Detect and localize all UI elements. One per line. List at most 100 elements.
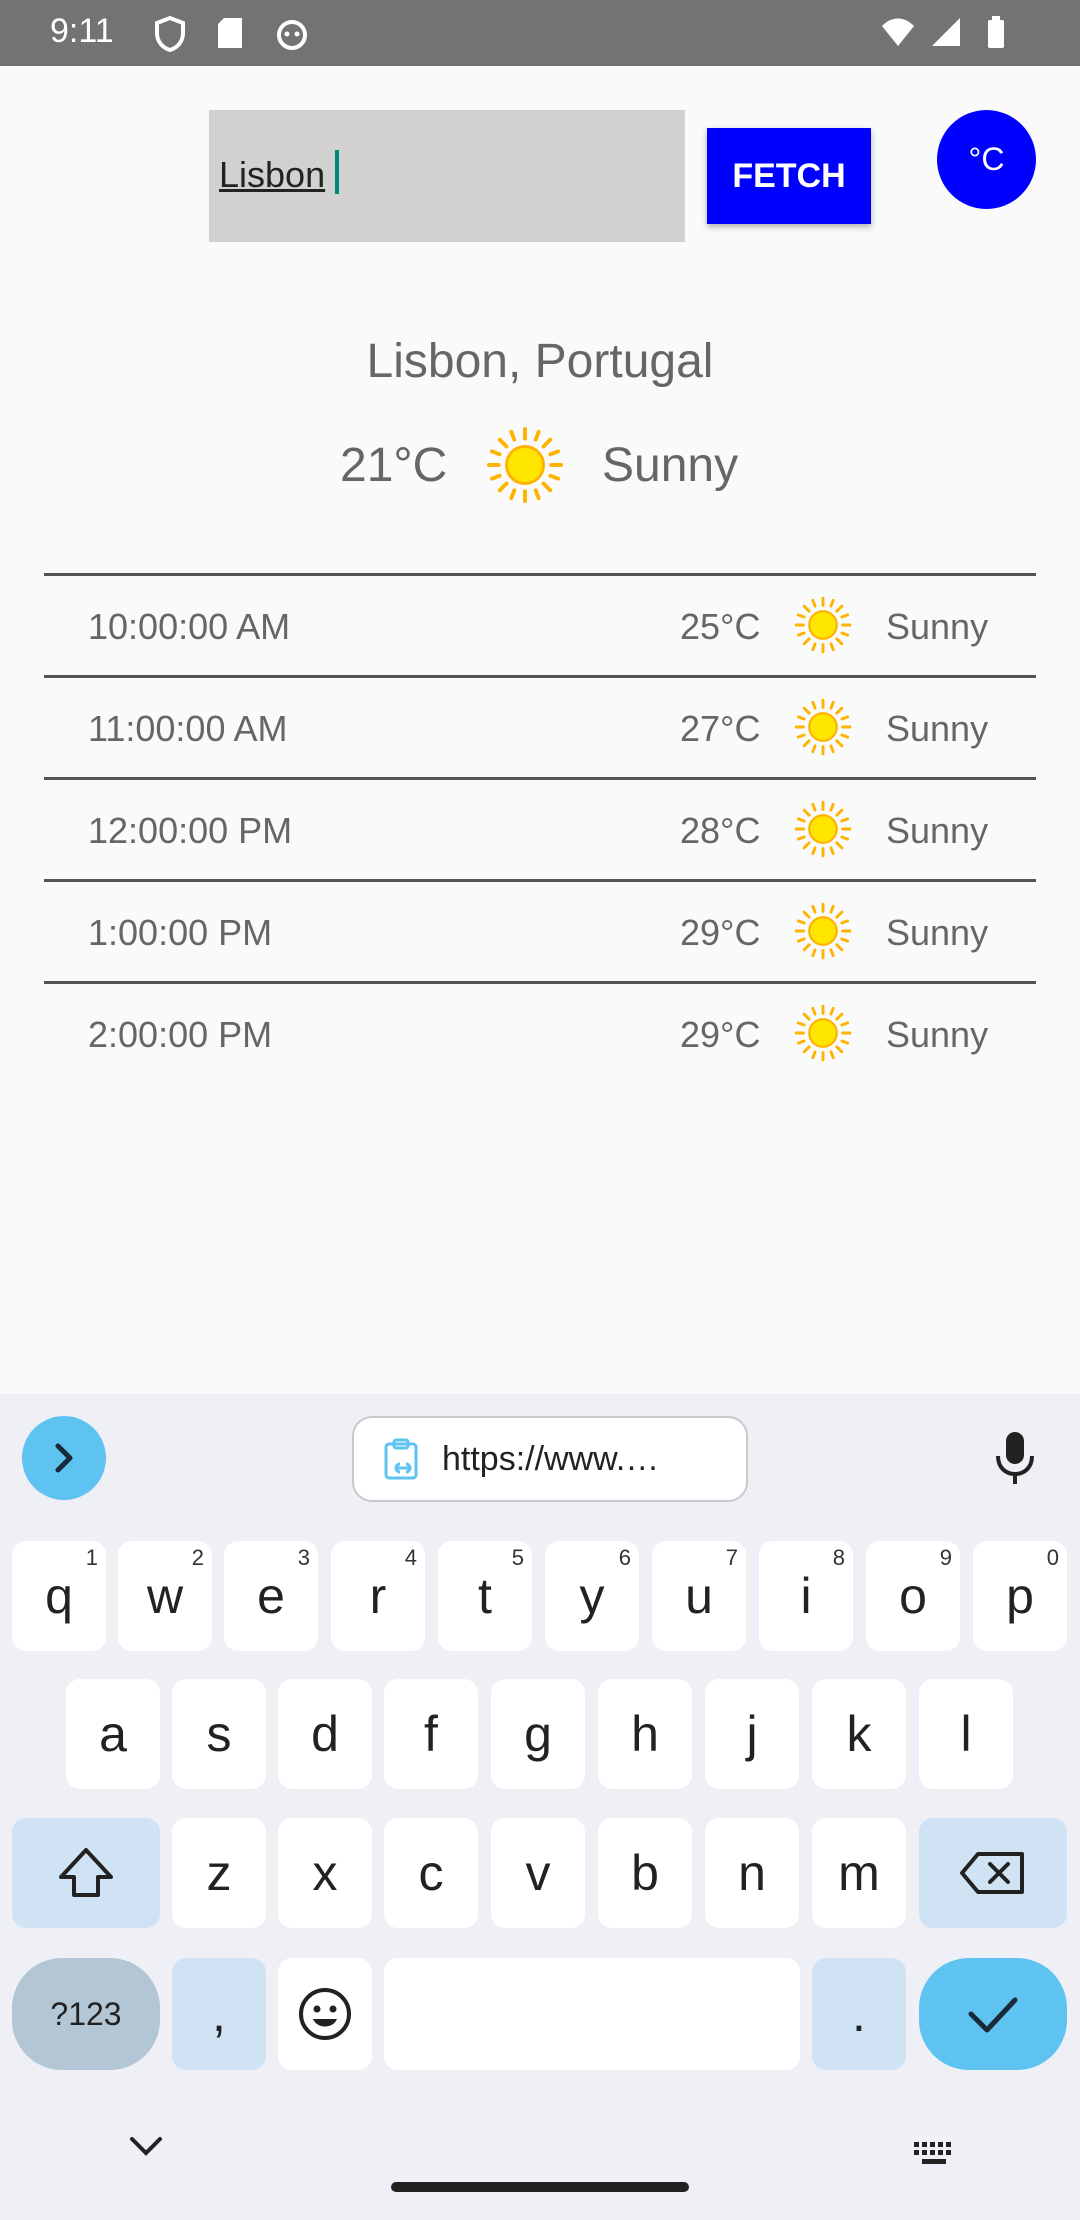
text-cursor <box>335 150 339 194</box>
key-hint: 0 <box>1046 1545 1059 1570</box>
key-hint: 4 <box>404 1545 417 1570</box>
symbols-key[interactable]: ?123 <box>12 1958 160 2070</box>
key-hint: 2 <box>191 1545 204 1570</box>
forecast-temp: 29°C <box>680 912 761 953</box>
sun-icon <box>794 1004 852 1062</box>
forecast-condition: Sunny <box>886 606 989 647</box>
clipboard-text: https://www.… <box>442 1440 660 1478</box>
sun-icon <box>794 698 852 756</box>
forecast-temp: 27°C <box>680 708 761 749</box>
key-label: w <box>146 1568 184 1624</box>
key-h[interactable]: h <box>598 1679 692 1789</box>
key-t[interactable]: t5 <box>438 1541 532 1651</box>
soft-keyboard: https://www.… <box>0 1394 1080 2220</box>
forecast-row: 12:00:00 PM 28°C Sunny <box>44 777 1036 879</box>
status-bar: 9:11 <box>0 0 1080 66</box>
key-k[interactable]: k <box>812 1679 906 1789</box>
fetch-button[interactable]: FETCH <box>707 128 871 224</box>
key-label: q <box>45 1568 73 1624</box>
emoji-icon <box>299 1988 351 2040</box>
forecast-temp: 25°C <box>680 606 761 647</box>
home-gesture-handle[interactable] <box>391 2182 689 2192</box>
forecast-time: 10:00:00 AM <box>88 606 291 647</box>
wifi-icon <box>882 18 914 46</box>
sun-icon <box>794 596 852 654</box>
key-label: o <box>899 1568 927 1624</box>
forecast-temp: 29°C <box>680 1014 761 1055</box>
key-hint: 6 <box>618 1545 631 1570</box>
key-label: p <box>1006 1568 1034 1624</box>
enter-key[interactable] <box>919 1958 1067 2070</box>
key-label: i <box>800 1568 812 1624</box>
key-hint: 8 <box>832 1545 845 1570</box>
key-o[interactable]: o9 <box>866 1541 960 1651</box>
city-search-input[interactable]: Lisbon <box>209 110 685 242</box>
key-f[interactable]: f <box>384 1679 478 1789</box>
forecast-time: 12:00:00 PM <box>88 810 293 851</box>
key-label: r <box>369 1568 387 1624</box>
key-m[interactable]: m <box>812 1818 906 1928</box>
forecast-condition: Sunny <box>886 810 989 851</box>
emoji-key[interactable] <box>278 1958 372 2070</box>
sun-icon <box>794 902 852 960</box>
key-hint: 7 <box>725 1545 738 1570</box>
forecast-condition: Sunny <box>886 708 989 749</box>
current-temperature: 21°C <box>340 439 448 492</box>
key-j[interactable]: j <box>705 1679 799 1789</box>
key-v[interactable]: v <box>491 1818 585 1928</box>
sun-icon <box>794 800 852 858</box>
key-a[interactable]: a <box>66 1679 160 1789</box>
key-u[interactable]: u7 <box>652 1541 746 1651</box>
key-label: e <box>257 1568 285 1624</box>
forecast-condition: Sunny <box>886 912 989 953</box>
chevron-right-icon <box>55 1443 73 1473</box>
forecast-row: 10:00:00 AM 25°C Sunny <box>44 573 1036 675</box>
shift-arrow-icon <box>59 1848 113 1897</box>
forecast-temp: 28°C <box>680 810 761 851</box>
key-w[interactable]: w2 <box>118 1541 212 1651</box>
forecast-row: 2:00:00 PM 29°C Sunny <box>44 981 1036 1083</box>
key-y[interactable]: y6 <box>545 1541 639 1651</box>
key-z[interactable]: z <box>172 1818 266 1928</box>
shield-icon <box>155 16 185 52</box>
keyboard-toolbar-toggle[interactable] <box>22 1416 106 1500</box>
space-key[interactable] <box>384 1958 800 2070</box>
cat-face-icon <box>277 20 307 50</box>
keyboard-switch-icon[interactable] <box>912 2140 958 2168</box>
key-hint: 3 <box>297 1545 310 1570</box>
key-g[interactable]: g <box>491 1679 585 1789</box>
key-x[interactable]: x <box>278 1818 372 1928</box>
current-condition: Sunny <box>602 439 739 492</box>
microphone-icon[interactable] <box>990 1430 1040 1486</box>
forecast-row: 11:00:00 AM 27°C Sunny <box>44 675 1036 777</box>
shift-key[interactable] <box>12 1818 160 1928</box>
key-l[interactable]: l <box>919 1679 1013 1789</box>
period-key[interactable]: . <box>812 1958 906 2070</box>
backspace-icon <box>960 1852 1024 1894</box>
key-c[interactable]: c <box>384 1818 478 1928</box>
key-s[interactable]: s <box>172 1679 266 1789</box>
key-hint: 5 <box>511 1545 524 1570</box>
forecast-condition: Sunny <box>886 1014 989 1055</box>
key-i[interactable]: i8 <box>759 1541 853 1651</box>
clipboard-suggestion[interactable]: https://www.… <box>352 1416 748 1502</box>
key-label: t <box>478 1568 492 1624</box>
comma-key[interactable]: , <box>172 1958 266 2070</box>
forecast-time: 1:00:00 PM <box>88 912 273 953</box>
key-r[interactable]: r4 <box>331 1541 425 1651</box>
backspace-key[interactable] <box>919 1818 1067 1928</box>
key-p[interactable]: p0 <box>973 1541 1067 1651</box>
unit-toggle-button[interactable]: °C <box>937 110 1036 209</box>
checkmark-icon <box>968 1997 1018 2033</box>
key-q[interactable]: q1 <box>12 1541 106 1651</box>
hide-keyboard-chevron-icon[interactable] <box>128 2135 164 2159</box>
key-d[interactable]: d <box>278 1679 372 1789</box>
key-b[interactable]: b <box>598 1818 692 1928</box>
signal-icon <box>932 18 960 46</box>
key-n[interactable]: n <box>705 1818 799 1928</box>
location-title: Lisbon, Portugal <box>366 335 714 388</box>
sd-card-icon <box>218 18 242 48</box>
key-e[interactable]: e3 <box>224 1541 318 1651</box>
key-label: u <box>685 1568 713 1624</box>
battery-icon <box>988 16 1004 48</box>
